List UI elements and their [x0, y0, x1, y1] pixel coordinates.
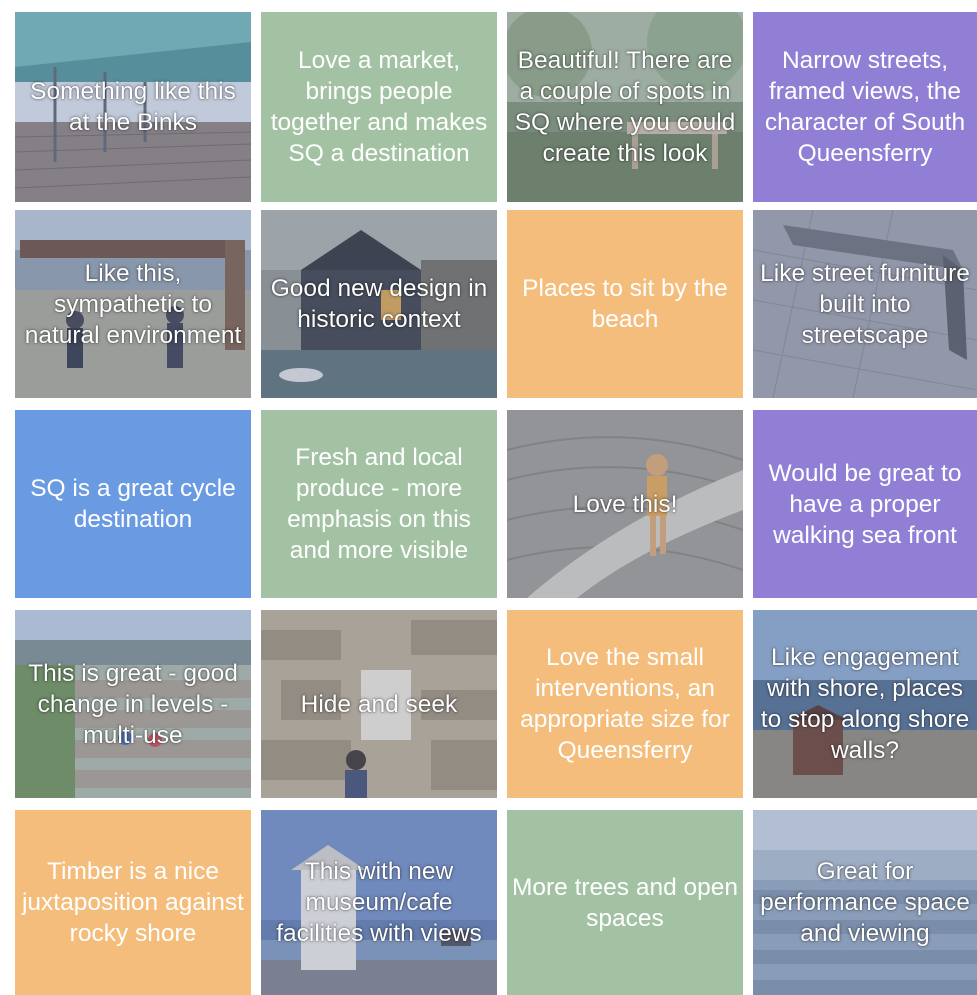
- tile-caption: Timber is a nice juxtaposition against r…: [21, 858, 244, 947]
- tile-seafront-kiosk-photo: This with new museum/cafe facilities wit…: [261, 810, 497, 995]
- tile-timber-rocky: Timber is a nice juxtaposition against r…: [15, 810, 251, 995]
- tile-caption: Love this!: [572, 490, 678, 518]
- tile-caption: Places to sit by the beach: [522, 275, 728, 333]
- tile-caption: Great for performance space and viewing: [760, 858, 970, 947]
- tile-pier-photo: Something like this at the Binks: [15, 12, 251, 202]
- tile-caption: Would be great to have a proper walking …: [768, 459, 962, 549]
- tile-tidal-steps-photo: Great for performance space and viewing: [753, 810, 977, 995]
- tile-caption: Like street furniture built into streets…: [760, 259, 970, 349]
- tile-caption: Something like this at the Binks: [30, 78, 236, 136]
- tile-narrow-streets: Narrow streets, framed views, the charac…: [753, 12, 977, 202]
- tile-market: Love a market, brings people together an…: [261, 12, 497, 202]
- tile-caption: This is great - good change in levels - …: [28, 659, 238, 749]
- tile-shore-hut-photo: Like engagement with shore, places to st…: [753, 610, 977, 798]
- tile-caption: Hide and seek: [300, 690, 458, 718]
- tile-child-walkway-photo: Love this!: [507, 410, 743, 598]
- tile-caption: Like engagement with shore, places to st…: [760, 644, 970, 764]
- tile-caption: Beautiful! There are a couple of spots i…: [514, 47, 736, 167]
- tile-small-interventions: Love the small interventions, an appropr…: [507, 610, 743, 798]
- tile-timber-terraces-photo: This is great - good change in levels - …: [15, 610, 251, 798]
- tile-caption: Narrow streets, framed views, the charac…: [764, 47, 966, 167]
- tile-caption: Good new design in historic context: [270, 275, 488, 333]
- tile-cycle: SQ is a great cycle destination: [15, 410, 251, 598]
- tile-sea-front: Would be great to have a proper walking …: [753, 410, 977, 598]
- tile-beach-seats: Places to sit by the beach: [507, 210, 743, 398]
- tile-harbour-house-photo: Good new design in historic context: [261, 210, 497, 398]
- tile-trees-open-spaces: More trees and open spaces: [507, 810, 743, 995]
- tile-garden-bench-photo: Beautiful! There are a couple of spots i…: [507, 12, 743, 202]
- tile-caption: Love a market, brings people together an…: [270, 47, 488, 167]
- tile-viewing-shelter-photo: Like this, sympathetic to natural enviro…: [15, 210, 251, 398]
- tile-local-produce: Fresh and local produce - more emphasis …: [261, 410, 497, 598]
- tile-stone-bench-photo: Like street furniture built into streets…: [753, 210, 977, 398]
- tile-caption: Love the small interventions, an appropr…: [520, 644, 730, 764]
- tile-timber-cabin-photo: Hide and seek: [261, 610, 497, 798]
- tile-caption: SQ is a great cycle destination: [30, 475, 236, 533]
- tile-caption: This with new museum/cafe facilities wit…: [276, 858, 482, 947]
- tile-caption: Like this, sympathetic to natural enviro…: [24, 259, 242, 349]
- tile-caption: Fresh and local produce - more emphasis …: [287, 444, 471, 564]
- tile-caption: More trees and open spaces: [511, 873, 739, 932]
